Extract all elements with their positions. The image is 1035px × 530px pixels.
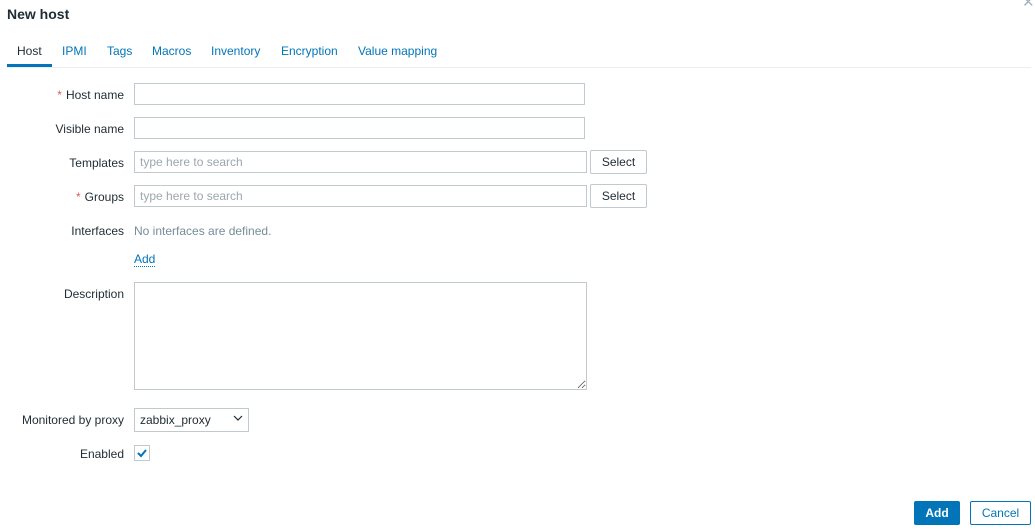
host-name-label-text: Host name bbox=[65, 88, 124, 102]
active-tab-indicator bbox=[7, 64, 52, 67]
tab-bar: Host IPMI Tags Macros Inventory Encrypti… bbox=[7, 38, 1031, 68]
required-mark: * bbox=[57, 88, 62, 102]
checkmark-icon bbox=[137, 449, 147, 458]
tab-encryption[interactable]: Encryption bbox=[281, 44, 338, 58]
host-name-label: * Host name bbox=[0, 88, 124, 102]
tab-value-mapping[interactable]: Value mapping bbox=[358, 44, 437, 58]
groups-label: * Groups bbox=[0, 190, 124, 204]
proxy-selected-value: zabbix_proxy bbox=[140, 413, 211, 427]
proxy-label: Monitored by proxy bbox=[21, 413, 124, 427]
dialog-title: New host bbox=[7, 6, 70, 22]
chevron-down-icon bbox=[233, 415, 243, 421]
enabled-checkbox[interactable] bbox=[134, 445, 150, 461]
visible-name-label: Visible name bbox=[55, 122, 124, 136]
groups-search-input[interactable] bbox=[134, 185, 587, 207]
add-interface-link[interactable]: Add bbox=[134, 253, 156, 267]
description-label: Description bbox=[63, 287, 124, 301]
close-icon[interactable]: ✕ bbox=[1022, 0, 1035, 10]
templates-select-button[interactable]: Select bbox=[590, 150, 647, 174]
templates-search-input[interactable] bbox=[134, 151, 587, 173]
tab-ipmi[interactable]: IPMI bbox=[62, 44, 87, 58]
tab-host[interactable]: Host bbox=[17, 44, 42, 58]
templates-label: Templates bbox=[69, 156, 124, 170]
no-interfaces-text: No interfaces are defined. bbox=[134, 224, 272, 238]
proxy-select[interactable]: zabbix_proxy bbox=[134, 408, 249, 432]
add-button[interactable]: Add bbox=[914, 501, 960, 525]
groups-label-text: Groups bbox=[84, 190, 124, 204]
required-mark: * bbox=[75, 190, 81, 204]
visible-name-input[interactable] bbox=[134, 117, 585, 139]
host-name-input[interactable] bbox=[134, 83, 585, 105]
description-textarea[interactable] bbox=[134, 282, 587, 390]
tab-macros[interactable]: Macros bbox=[152, 44, 191, 58]
interfaces-label: Interfaces bbox=[71, 224, 124, 238]
cancel-button[interactable]: Cancel bbox=[970, 501, 1031, 525]
enabled-label: Enabled bbox=[79, 447, 124, 461]
groups-select-button[interactable]: Select bbox=[590, 184, 647, 208]
tab-inventory[interactable]: Inventory bbox=[211, 44, 260, 58]
tab-tags[interactable]: Tags bbox=[107, 44, 132, 58]
